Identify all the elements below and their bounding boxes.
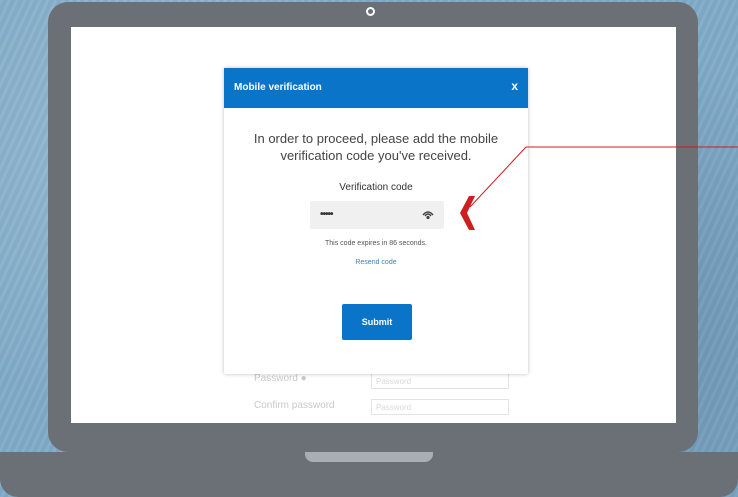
confirm-password-label: Confirm password <box>254 400 335 411</box>
expiry-text: This code expires in 86 seconds. <box>325 240 427 247</box>
laptop-base-notch <box>305 452 433 462</box>
verification-code-value: ••••• <box>320 209 333 220</box>
modal-header: Mobile verification x <box>224 68 528 108</box>
verification-code-label: Verification code <box>339 182 413 193</box>
verification-code-input[interactable]: ••••• <box>310 201 444 229</box>
modal-title: Mobile verification <box>234 82 322 93</box>
confirm-password-field[interactable]: Password <box>371 399 509 415</box>
eye-icon[interactable] <box>422 210 434 220</box>
verification-modal: Mobile verification x In order to procee… <box>224 68 528 374</box>
password-field[interactable]: Password <box>371 373 509 389</box>
submit-button[interactable]: Submit <box>342 304 412 340</box>
password-label: Password ● <box>254 373 307 384</box>
camera-icon <box>366 7 375 16</box>
instructions-text: In order to proceed, please add the mobi… <box>253 131 499 163</box>
resend-code-link[interactable]: Resend code <box>224 259 528 266</box>
close-button[interactable]: x <box>511 79 518 93</box>
